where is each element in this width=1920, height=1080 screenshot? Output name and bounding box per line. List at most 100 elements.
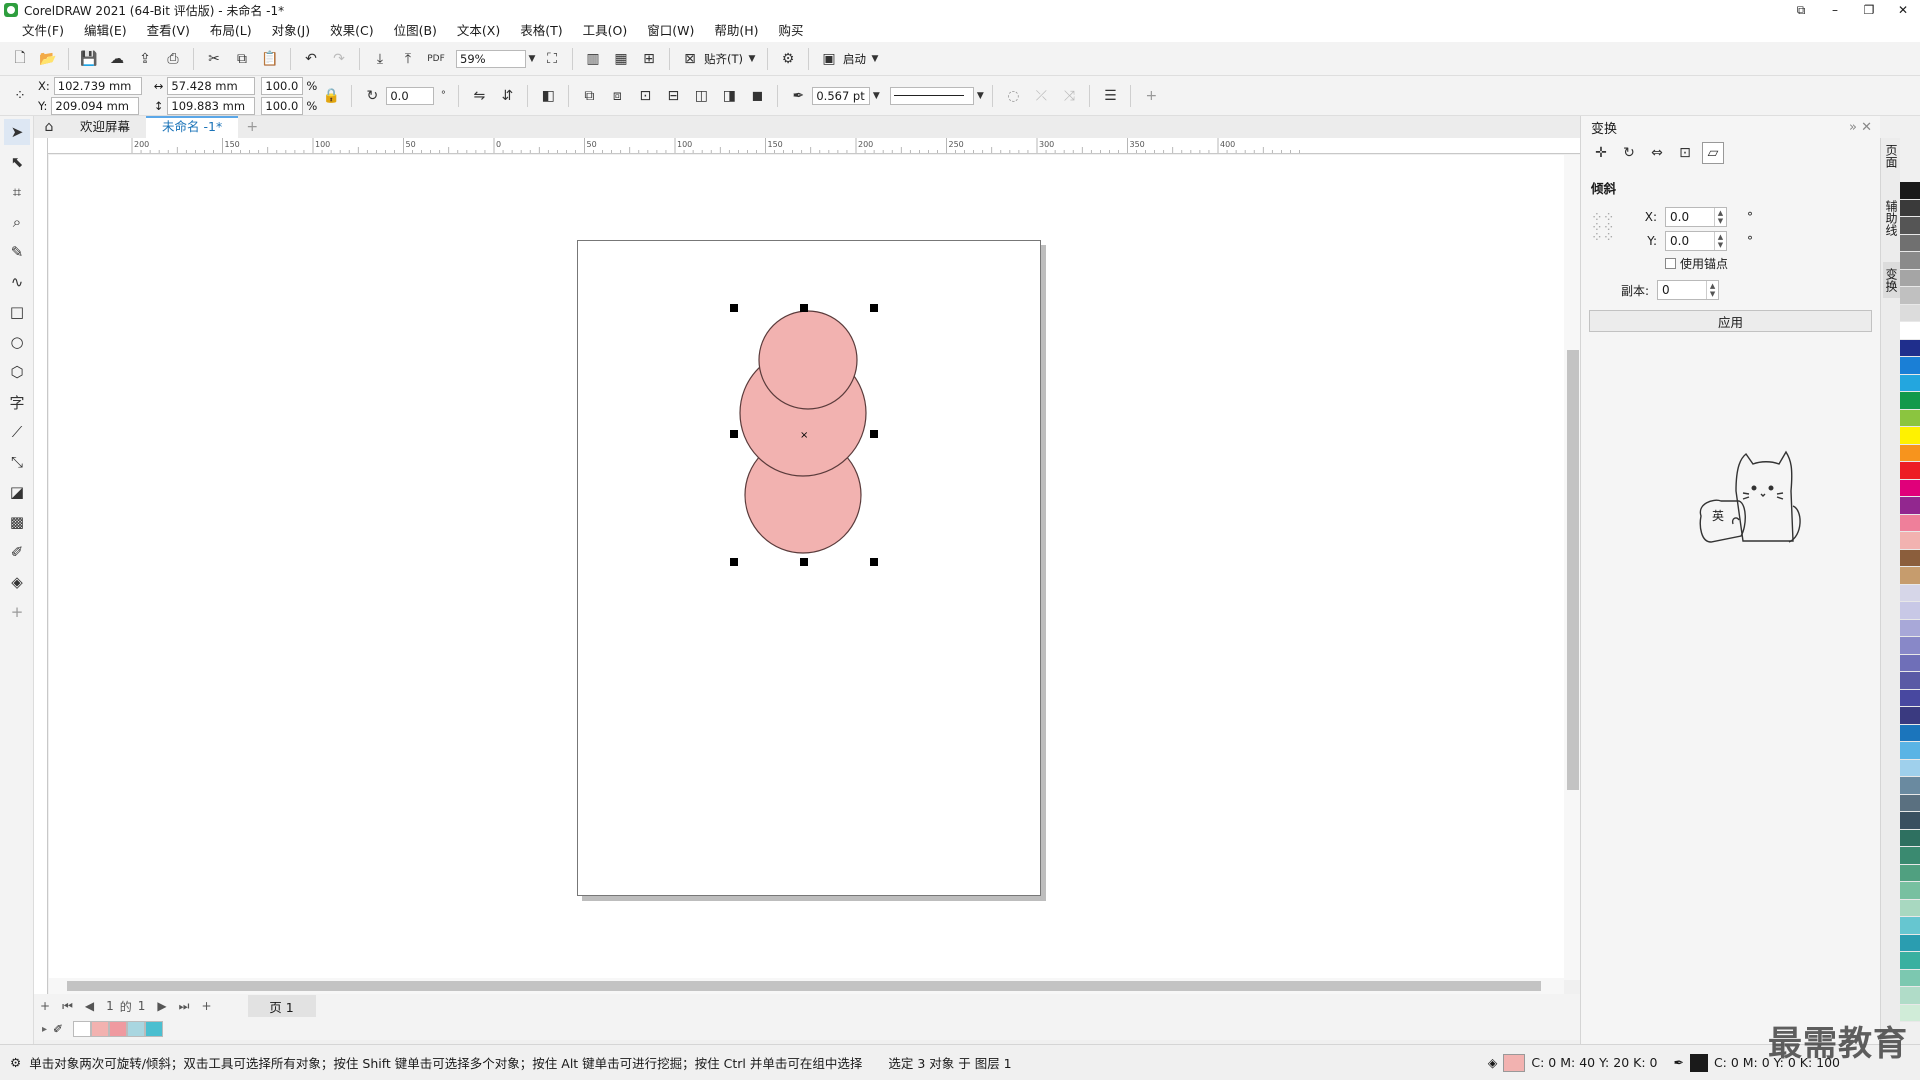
launch-dropdown[interactable]: 启动 bbox=[843, 51, 866, 67]
palette-swatch[interactable] bbox=[1900, 654, 1920, 672]
palette-swatch[interactable] bbox=[1900, 759, 1920, 777]
cut-icon[interactable]: ✂ bbox=[203, 48, 225, 70]
print-icon[interactable]: ⎙ bbox=[162, 48, 184, 70]
page-tab-1[interactable]: 页 1 bbox=[247, 995, 316, 1017]
document-swatch[interactable] bbox=[109, 1021, 128, 1037]
palette-swatch[interactable] bbox=[1900, 374, 1920, 392]
group-icon[interactable]: ◧ bbox=[537, 85, 559, 107]
simplify-icon[interactable]: ⊟ bbox=[662, 85, 684, 107]
palette-swatch[interactable] bbox=[1900, 829, 1920, 847]
menu-file[interactable]: 文件(F) bbox=[12, 20, 74, 42]
copy-icon[interactable]: ⧉ bbox=[231, 48, 253, 70]
palette-swatch[interactable] bbox=[1900, 847, 1920, 865]
palette-swatch[interactable] bbox=[1900, 724, 1920, 742]
add-tool-icon[interactable]: + bbox=[4, 599, 30, 625]
intersect-icon[interactable]: ⊡ bbox=[634, 85, 656, 107]
horizontal-scrollbar[interactable] bbox=[49, 978, 1564, 994]
import-icon[interactable]: ⤓ bbox=[369, 48, 391, 70]
menu-object[interactable]: 对象(J) bbox=[262, 20, 320, 42]
next-page-icon[interactable]: ▶ bbox=[157, 999, 166, 1013]
rotate-mode-icon[interactable]: ↻ bbox=[1618, 142, 1640, 164]
palette-swatch[interactable] bbox=[1900, 339, 1920, 357]
position-mode-icon[interactable]: ✛ bbox=[1590, 142, 1612, 164]
palette-swatch[interactable] bbox=[1900, 304, 1920, 322]
width-field[interactable]: 57.428 mm bbox=[167, 76, 256, 95]
palette-swatch[interactable] bbox=[1900, 602, 1920, 620]
snap-to-dropdown[interactable]: 贴齐(T) bbox=[704, 51, 743, 67]
show-rulers-icon[interactable]: ▥ bbox=[582, 48, 604, 70]
eyedropper-tool-icon[interactable]: ✐ bbox=[4, 539, 30, 565]
palette-swatch[interactable] bbox=[1900, 812, 1920, 830]
mirror-horizontal-icon[interactable]: ⇋ bbox=[468, 85, 490, 107]
palette-swatch[interactable] bbox=[1900, 899, 1920, 917]
menu-text[interactable]: 文本(X) bbox=[447, 20, 510, 42]
palette-swatch[interactable] bbox=[1900, 357, 1920, 375]
skew-x-field[interactable]: 0.0 ▲ ▼ bbox=[1665, 207, 1727, 227]
redo-icon[interactable]: ↷ bbox=[328, 48, 350, 70]
palette-swatch[interactable] bbox=[1900, 777, 1920, 795]
show-guidelines-icon[interactable]: ⊞ bbox=[638, 48, 660, 70]
palette-swatch[interactable] bbox=[1900, 392, 1920, 410]
cloud-save-icon[interactable]: ☁ bbox=[106, 48, 128, 70]
palette-swatch[interactable] bbox=[1900, 969, 1920, 987]
restore-button[interactable]: ❐ bbox=[1852, 0, 1886, 20]
vertical-ruler[interactable] bbox=[34, 138, 48, 996]
outline-color-swatch[interactable] bbox=[1689, 1053, 1708, 1072]
palette-swatch[interactable] bbox=[1900, 287, 1920, 305]
scale-mirror-mode-icon[interactable]: ⇔ bbox=[1646, 142, 1668, 164]
document-swatch[interactable] bbox=[127, 1021, 146, 1037]
side-tab-transform[interactable]: 变换 bbox=[1883, 262, 1900, 298]
menu-tools[interactable]: 工具(O) bbox=[573, 20, 638, 42]
zoom-level-field[interactable]: 59% bbox=[456, 49, 526, 68]
menu-effects[interactable]: 效果(C) bbox=[320, 20, 383, 42]
document-swatch[interactable] bbox=[91, 1021, 110, 1037]
fill-color-swatch[interactable] bbox=[1503, 1053, 1526, 1072]
snap-off-icon[interactable]: ⊠ bbox=[679, 48, 701, 70]
use-anchor-checkbox[interactable] bbox=[1665, 258, 1676, 269]
palette-swatch[interactable] bbox=[1900, 742, 1920, 760]
ellipse-tool-icon[interactable]: ○ bbox=[4, 329, 30, 355]
tab-untitled-1[interactable]: 未命名 -1* bbox=[146, 116, 239, 138]
side-tab-page[interactable]: 页面 bbox=[1883, 138, 1900, 174]
palette-swatch[interactable] bbox=[1900, 269, 1920, 287]
menu-table[interactable]: 表格(T) bbox=[510, 20, 572, 42]
parallel-dimension-tool-icon[interactable]: ⟋ bbox=[4, 419, 30, 445]
trim-icon[interactable]: ⧈ bbox=[606, 85, 628, 107]
menu-buy[interactable]: 购买 bbox=[769, 20, 814, 42]
zoom-tool-icon[interactable]: ⌕ bbox=[4, 209, 30, 235]
new-tab-icon[interactable]: + bbox=[241, 116, 263, 138]
palette-swatch[interactable] bbox=[1900, 567, 1920, 585]
rectangle-tool-icon[interactable]: □ bbox=[4, 299, 30, 325]
size-mode-icon[interactable]: ⊡ bbox=[1674, 142, 1696, 164]
ribbon-toggle-button[interactable]: ⧉ bbox=[1784, 0, 1818, 20]
object-origin-icon[interactable]: ⁘ bbox=[9, 85, 31, 107]
break-apart-icon[interactable]: ⤫ bbox=[1030, 85, 1052, 107]
palette-swatch[interactable] bbox=[1900, 182, 1920, 200]
chevron-down-icon[interactable]: ▼ bbox=[870, 85, 882, 107]
vertical-scrollbar[interactable] bbox=[1564, 155, 1580, 980]
rotate-icon[interactable]: ↻ bbox=[361, 85, 383, 107]
cloud-upload-icon[interactable]: ⇪ bbox=[134, 48, 156, 70]
expand-icon[interactable]: ▸ bbox=[42, 1024, 47, 1035]
scroll-thumb[interactable] bbox=[67, 981, 1541, 991]
document-swatch[interactable] bbox=[73, 1021, 92, 1037]
chevron-down-icon[interactable]: ▼ bbox=[974, 85, 986, 107]
palette-swatch[interactable] bbox=[1900, 637, 1920, 655]
palette-swatch[interactable] bbox=[1900, 987, 1920, 1005]
show-grid-icon[interactable]: ▦ bbox=[610, 48, 632, 70]
mirror-vertical-icon[interactable]: ⇵ bbox=[496, 85, 518, 107]
transparency-tool-icon[interactable]: ▩ bbox=[4, 509, 30, 535]
palette-swatch[interactable] bbox=[1900, 497, 1920, 515]
minimize-button[interactable]: – bbox=[1818, 0, 1852, 20]
outline-pen-icon[interactable]: ✒ bbox=[787, 85, 809, 107]
palette-swatch[interactable] bbox=[1900, 479, 1920, 497]
palette-swatch[interactable] bbox=[1900, 934, 1920, 952]
full-screen-icon[interactable]: ⛶ bbox=[541, 48, 563, 70]
align-distribute-icon[interactable]: ☰ bbox=[1099, 85, 1121, 107]
x-position-field[interactable]: 102.739 mm bbox=[53, 76, 142, 95]
text-tool-icon[interactable]: 字 bbox=[4, 389, 30, 415]
polygon-tool-icon[interactable]: ⬡ bbox=[4, 359, 30, 385]
apply-button[interactable]: 应用 bbox=[1589, 310, 1872, 332]
palette-swatch[interactable] bbox=[1900, 252, 1920, 270]
skew-mode-icon[interactable]: ▱ bbox=[1702, 142, 1724, 164]
